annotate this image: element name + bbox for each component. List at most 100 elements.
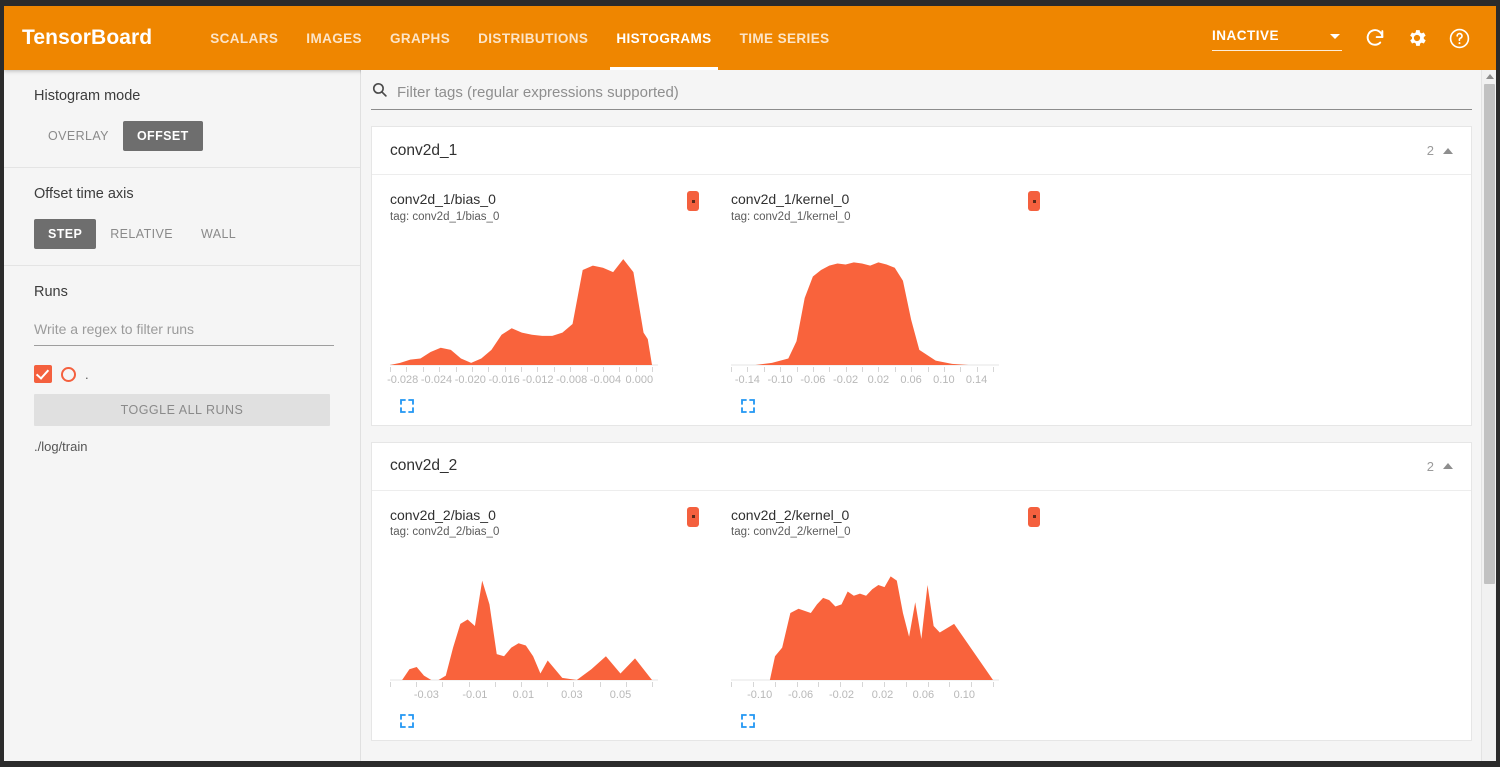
axis-tick xyxy=(422,366,424,372)
tab-scalars[interactable]: SCALARS xyxy=(196,6,292,70)
tab-images[interactable]: IMAGES xyxy=(292,6,376,70)
run-status-select[interactable]: INACTIVE xyxy=(1212,25,1342,51)
axis-tick xyxy=(455,366,457,372)
chart-group-header[interactable]: conv2d_2 2 xyxy=(372,443,1471,491)
expand-icon[interactable] xyxy=(398,397,418,417)
badge-dot-icon xyxy=(691,515,695,518)
axis-tick xyxy=(911,366,913,372)
runs-filter-input[interactable] xyxy=(34,317,334,346)
axis-tick-label: 0.10 xyxy=(933,373,955,386)
axis-tick xyxy=(796,682,798,687)
histogram-title: conv2d_1/kernel_0 xyxy=(731,191,850,207)
axis-tick xyxy=(471,366,473,372)
histogram-card-titles: conv2d_2/kernel_0 tag: conv2d_2/kernel_0 xyxy=(731,507,851,539)
axis-tick-label: -0.020 xyxy=(454,373,486,386)
histogram-card-header: conv2d_1/bias_0 tag: conv2d_1/bias_0 xyxy=(390,191,713,223)
axis-tick xyxy=(905,682,907,687)
histogram-plot[interactable] xyxy=(390,245,713,366)
tag-filter-bar xyxy=(371,81,1472,110)
expand-icon[interactable] xyxy=(398,712,418,732)
main-content: conv2d_1 2 conv2d_1/bias_0 tag: conv2d_1/bi… xyxy=(361,70,1496,761)
axis-tick-label: -0.008 xyxy=(556,373,588,386)
time-axis-step[interactable]: STEP xyxy=(34,219,97,249)
axis-tick xyxy=(927,366,929,372)
run-badge[interactable] xyxy=(687,191,699,211)
histogram-tag: tag: conv2d_1/kernel_0 xyxy=(731,210,851,223)
run-checkbox[interactable] xyxy=(34,365,52,383)
axis-tick-label: 0.06 xyxy=(900,373,922,386)
tensorboard-app: TensorBoard SCALARS IMAGES GRAPHS DISTRIBUT… xyxy=(4,6,1496,761)
help-icon[interactable] xyxy=(1444,23,1474,53)
histogram-mode-offset[interactable]: OFFSET xyxy=(122,121,203,151)
chevron-down-icon xyxy=(1330,34,1340,39)
axis-tick xyxy=(619,366,621,372)
axis-tick xyxy=(439,366,441,372)
axis-tick-label: 0.14 xyxy=(965,373,988,386)
histogram-title: conv2d_1/bias_0 xyxy=(390,191,496,207)
axis-tick-label: -0.10 xyxy=(747,689,773,701)
histogram-mode-section: Histogram mode OVERLAY OFFSET xyxy=(4,70,360,168)
histogram-plot[interactable] xyxy=(731,245,1054,366)
axis-tick xyxy=(862,366,863,372)
refresh-icon[interactable] xyxy=(1360,23,1390,53)
histogram-plot[interactable] xyxy=(731,560,1054,681)
header-actions: INACTIVE xyxy=(1212,23,1474,53)
chevron-up-icon[interactable] xyxy=(1443,463,1453,469)
axis-tick-label: -0.02 xyxy=(828,689,855,701)
time-axis-relative[interactable]: RELATIVE xyxy=(96,219,187,249)
sidebar: Histogram mode OVERLAY OFFSET Offset tim… xyxy=(4,70,361,761)
chevron-up-icon[interactable] xyxy=(1443,147,1453,154)
axis-tick xyxy=(573,682,575,687)
expand-icon[interactable] xyxy=(739,397,759,417)
gear-icon[interactable] xyxy=(1402,23,1432,53)
axis-tick xyxy=(442,682,444,687)
axis-tick-label: -0.028 xyxy=(387,373,419,386)
histogram-card-header: conv2d_2/bias_0 tag: conv2d_2/bias_0 xyxy=(390,506,713,538)
histogram-plot[interactable] xyxy=(390,560,713,681)
histogram-x-axis: -0.10 -0.06 -0.02 0.02 0.06 0.10 xyxy=(731,682,1054,708)
histogram-card-header: conv2d_1/kernel_0 tag: conv2d_1/kernel_0 xyxy=(731,191,1054,223)
axis-tick-label: -0.14 xyxy=(734,373,760,386)
axis-tick xyxy=(993,682,994,687)
axis-tick xyxy=(763,366,765,372)
main-scrollbar[interactable] xyxy=(1481,70,1496,761)
run-color-circle-icon[interactable] xyxy=(61,366,76,382)
run-name-label: . xyxy=(85,366,89,382)
axis-tick xyxy=(812,366,814,372)
app-brand: TensorBoard xyxy=(22,26,153,49)
tab-time-series[interactable]: TIME SERIES xyxy=(726,6,844,70)
axis-tick xyxy=(976,366,978,372)
axis-tick-label: 0.02 xyxy=(867,373,890,386)
run-status-label: INACTIVE xyxy=(1212,28,1280,43)
tab-graphs[interactable]: GRAPHS xyxy=(376,6,464,70)
histogram-card-titles: conv2d_1/kernel_0 tag: conv2d_1/kernel_0 xyxy=(731,191,851,223)
run-badge[interactable] xyxy=(1028,506,1040,527)
run-badge[interactable] xyxy=(687,506,699,527)
run-badge[interactable] xyxy=(1028,191,1040,211)
axis-tick-label: -0.02 xyxy=(833,373,859,386)
histogram-card: conv2d_2/bias_0 tag: conv2d_2/bias_0 -0.03… xyxy=(372,497,713,741)
axis-tick-label: -0.012 xyxy=(522,373,554,386)
histogram-mode-overlay[interactable]: OVERLAY xyxy=(34,121,123,151)
toggle-all-runs-button[interactable]: TOGGLE ALL RUNS xyxy=(34,394,330,426)
axis-tick xyxy=(747,366,749,372)
offset-time-axis-options: STEP RELATIVE WALL xyxy=(34,219,334,249)
axis-tick xyxy=(752,682,754,687)
tag-filter-input[interactable] xyxy=(397,81,1472,103)
chart-group-count: 2 xyxy=(1426,143,1434,158)
tab-histograms[interactable]: HISTOGRAMS xyxy=(602,6,725,70)
axis-tick-label: 0.10 xyxy=(953,689,976,701)
axis-tick xyxy=(731,682,732,687)
axis-tick xyxy=(780,366,782,372)
chart-row: conv2d_1/bias_0 tag: conv2d_1/bias_0 -0.02… xyxy=(372,175,1471,425)
time-axis-wall[interactable]: WALL xyxy=(187,219,250,249)
chart-group-header[interactable]: conv2d_1 2 xyxy=(372,127,1471,175)
axis-tick xyxy=(971,682,973,687)
axis-tick-label: -0.004 xyxy=(589,373,622,386)
expand-icon[interactable] xyxy=(739,712,759,732)
scroll-up-arrow-icon[interactable] xyxy=(1486,74,1494,79)
tab-distributions[interactable]: DISTRIBUTIONS xyxy=(464,6,602,70)
scrollbar-thumb[interactable] xyxy=(1484,84,1495,584)
offset-time-axis-section: Offset time axis STEP RELATIVE WALL xyxy=(4,168,360,266)
histogram-title: conv2d_2/kernel_0 xyxy=(731,506,850,523)
